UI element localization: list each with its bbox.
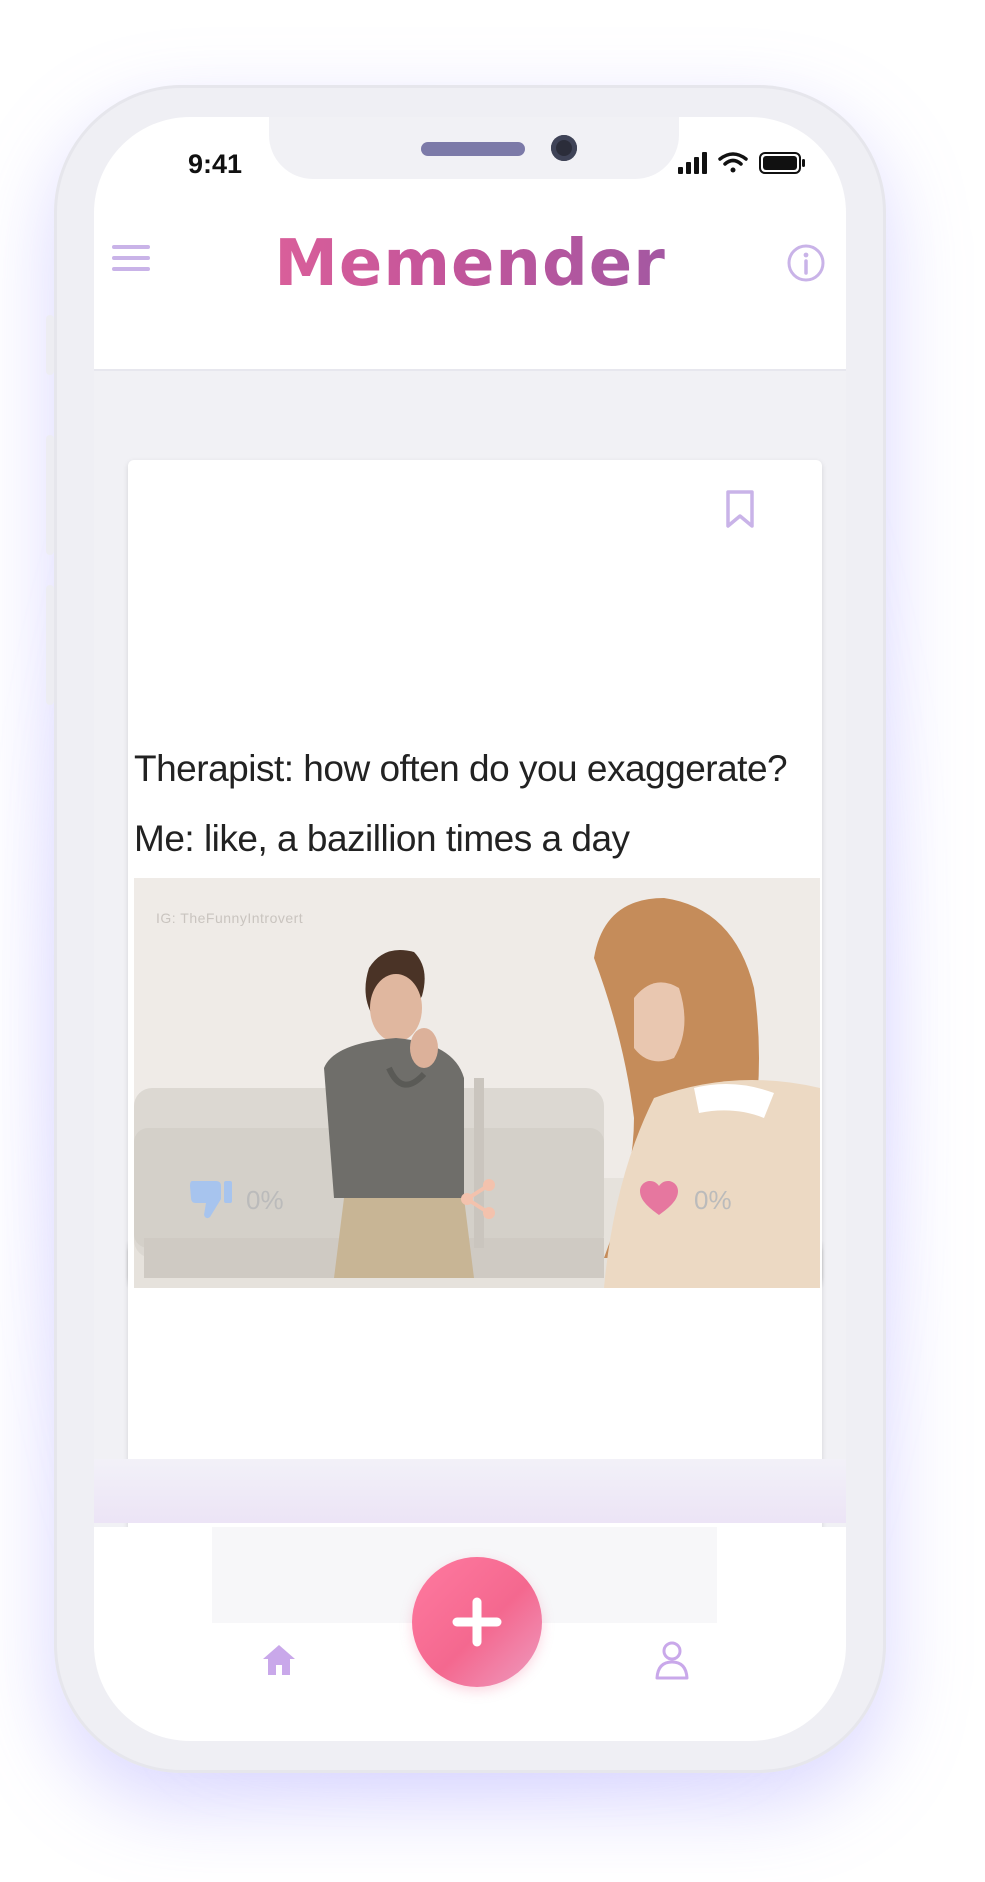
battery-icon — [759, 152, 805, 174]
app-screen: 9:41 Memender Therapist: how often do yo… — [94, 117, 846, 1741]
info-circle-icon[interactable] — [786, 243, 826, 283]
meme-caption-line-2: Me: like, a bazillion times a day — [134, 818, 630, 859]
volume-down-button — [46, 585, 54, 705]
heart-icon[interactable] — [638, 1179, 680, 1217]
share-icon[interactable] — [458, 1177, 498, 1221]
thumbs-down-icon[interactable] — [188, 1177, 234, 1221]
add-meme-button[interactable] — [412, 1557, 542, 1687]
phone-frame: 9:41 Memender Therapist: how often do yo… — [46, 85, 886, 1773]
mute-switch — [46, 315, 54, 375]
meme-actions: 0% 0% — [128, 1157, 822, 1247]
speaker-grille — [421, 142, 525, 156]
app-header: Memender — [94, 211, 846, 371]
home-icon[interactable] — [261, 1643, 297, 1677]
tab-bar-gradient — [94, 1459, 846, 1523]
cellular-signal-icon — [678, 152, 707, 174]
meme-watermark: IG: TheFunnyIntrovert — [156, 910, 304, 926]
user-icon[interactable] — [654, 1640, 690, 1680]
volume-up-button — [46, 435, 54, 555]
wifi-icon — [718, 152, 748, 173]
status-icons — [678, 152, 805, 174]
like-percent: 0% — [694, 1185, 732, 1215]
front-camera — [551, 135, 577, 161]
bookmark-icon[interactable] — [724, 489, 756, 529]
status-time: 9:41 — [188, 149, 243, 179]
meme-caption-line-1: Therapist: how often do you exaggerate? — [134, 748, 788, 789]
app-title: Memender — [94, 227, 846, 301]
device-notch — [269, 117, 679, 179]
meme-card[interactable]: Therapist: how often do you exaggerate? … — [128, 460, 822, 1592]
dislike-percent: 0% — [246, 1185, 284, 1215]
plus-icon — [452, 1597, 502, 1647]
